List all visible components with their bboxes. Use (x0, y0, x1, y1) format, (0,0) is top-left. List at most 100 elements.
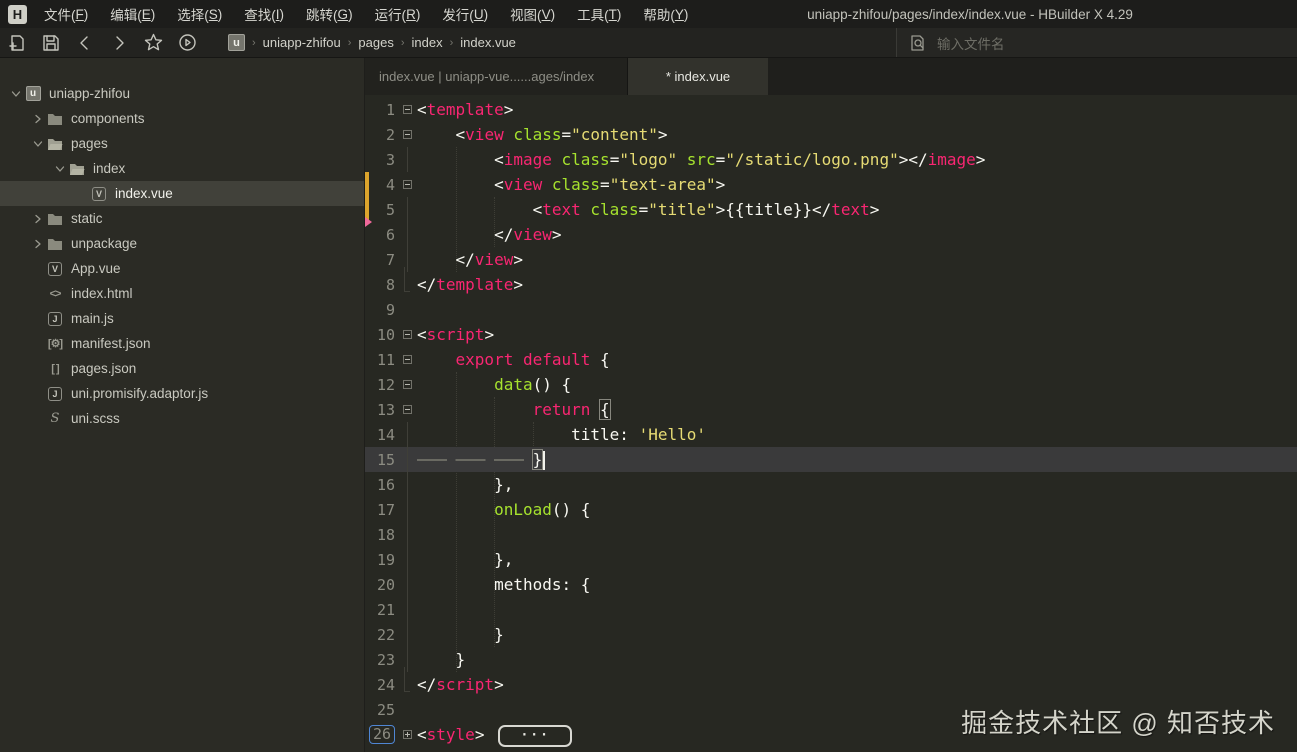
code-line-7[interactable]: 7 </view> (365, 247, 1297, 272)
code-line-4[interactable]: 4 <view class="text-area"> (365, 172, 1297, 197)
tree-item-unpackage[interactable]: unpackage (0, 231, 364, 256)
tree-item-pages[interactable]: pages (0, 131, 364, 156)
tree-item-static[interactable]: static (0, 206, 364, 231)
line-number[interactable]: 25 (365, 701, 399, 719)
line-number[interactable]: 5 (365, 201, 399, 219)
collapsed-fold-pill[interactable]: ··· (498, 724, 572, 747)
run-button[interactable] (170, 28, 204, 58)
code-editor[interactable]: 1 <template> 2 <view class="content"> 3 <im… (365, 95, 1297, 752)
menu-item-r[interactable]: 运行(R) (364, 0, 432, 28)
tree-expander[interactable] (8, 89, 23, 99)
code-line-21[interactable]: 21 (365, 597, 1297, 622)
back-button[interactable] (68, 28, 102, 58)
line-number[interactable]: 21 (365, 601, 399, 619)
code-line-1[interactable]: 1 <template> (365, 97, 1297, 122)
tree-item-index[interactable]: index (0, 156, 364, 181)
code-line-23[interactable]: 23 } (365, 647, 1297, 672)
tree-item-pages-json[interactable]: [ ] pages.json (0, 356, 364, 381)
line-number[interactable]: 15 (365, 451, 399, 469)
tab-index-vue-preview[interactable]: index.vue | uniapp-vue......ages/index (365, 58, 628, 95)
fold-collapse-icon[interactable] (399, 122, 415, 147)
menu-item-f[interactable]: 文件(F) (33, 0, 99, 28)
line-number[interactable]: 2 (365, 126, 399, 144)
menu-item-u[interactable]: 发行(U) (431, 0, 499, 28)
line-number[interactable]: 16 (365, 476, 399, 494)
tree-item-uni-scss[interactable]: Suni.scss (0, 406, 364, 431)
tree-item-manifest-json[interactable]: [⚙] manifest.json (0, 331, 364, 356)
fold-collapse-icon[interactable] (399, 322, 415, 347)
tree-item-index-html[interactable]: <> index.html (0, 281, 364, 306)
new-file-button[interactable] (0, 28, 34, 58)
code-line-24[interactable]: 24 </script> (365, 666, 1297, 697)
breadcrumb-item-index[interactable]: index (412, 35, 443, 50)
line-number[interactable]: 8 (365, 276, 399, 294)
breadcrumb-item-pages[interactable]: pages (358, 35, 393, 50)
tree-expander[interactable] (30, 139, 45, 149)
line-number[interactable]: 17 (365, 501, 399, 519)
tree-item-main-js[interactable]: Jmain.js (0, 306, 364, 331)
menu-item-s[interactable]: 选择(S) (166, 0, 233, 28)
line-number[interactable]: 10 (365, 326, 399, 344)
menu-item-e[interactable]: 编辑(E) (99, 0, 166, 28)
line-number[interactable]: 4 (365, 176, 399, 194)
line-number[interactable]: 20 (365, 576, 399, 594)
code-line-18[interactable]: 18 (365, 522, 1297, 547)
menu-item-g[interactable]: 跳转(G) (295, 0, 364, 28)
menu-item-i[interactable]: 查找(I) (233, 0, 295, 28)
tree-item-uniapp-zhifou[interactable]: u uniapp-zhifou (0, 81, 364, 106)
code-line-14[interactable]: 14 title: 'Hello' (365, 422, 1297, 447)
fold-collapse-icon[interactable] (399, 347, 415, 372)
code-line-22[interactable]: 22 } (365, 622, 1297, 647)
tree-expander[interactable] (52, 164, 67, 174)
tree-item-uni-promisify-adaptor-js[interactable]: Juni.promisify.adaptor.js (0, 381, 364, 406)
breadcrumb-item-project[interactable]: uniapp-zhifou (263, 35, 341, 50)
code-line-5[interactable]: 5 <text class="title">{{title}}</text> (365, 197, 1297, 222)
line-number[interactable]: 9 (365, 301, 399, 319)
code-line-8[interactable]: 8 </template> (365, 266, 1297, 297)
code-line-19[interactable]: 19 }, (365, 547, 1297, 572)
line-number[interactable]: 18 (365, 526, 399, 544)
code-line-2[interactable]: 2 <view class="content"> (365, 122, 1297, 147)
tree-expander[interactable] (30, 114, 45, 124)
breadcrumb-item-file[interactable]: index.vue (460, 35, 516, 50)
line-number[interactable]: 14 (365, 426, 399, 444)
fold-collapse-icon[interactable] (399, 372, 415, 397)
code-line-9[interactable]: 9 (365, 297, 1297, 322)
line-number[interactable]: 7 (365, 251, 399, 269)
code-line-17[interactable]: 17 onLoad() { (365, 497, 1297, 522)
line-number[interactable]: 1 (365, 101, 399, 119)
favorite-button[interactable] (136, 28, 170, 58)
code-line-10[interactable]: 10 <script> (365, 322, 1297, 347)
menu-item-y[interactable]: 帮助(Y) (632, 0, 699, 28)
code-line-11[interactable]: 11 export default { (365, 347, 1297, 372)
save-button[interactable] (34, 28, 68, 58)
code-line-6[interactable]: 6 </view> (365, 222, 1297, 247)
fold-collapse-icon[interactable] (399, 172, 415, 197)
code-line-3[interactable]: 3 <image class="logo" src="/static/logo.… (365, 147, 1297, 172)
line-number[interactable]: 13 (365, 401, 399, 419)
tree-item-components[interactable]: components (0, 106, 364, 131)
line-number[interactable]: 19 (365, 551, 399, 569)
forward-button[interactable] (102, 28, 136, 58)
line-number[interactable]: 12 (365, 376, 399, 394)
line-number[interactable]: 26 (365, 725, 399, 744)
code-line-16[interactable]: 16 }, (365, 472, 1297, 497)
tree-item-index-vue[interactable]: Vindex.vue (0, 181, 364, 206)
tree-item-app-vue[interactable]: V App.vue (0, 256, 364, 281)
menu-item-v[interactable]: 视图(V) (499, 0, 566, 28)
line-number[interactable]: 22 (365, 626, 399, 644)
menu-item-t[interactable]: 工具(T) (566, 0, 632, 28)
code-line-15[interactable]: 15} (365, 447, 1297, 472)
tab-index-vue-active[interactable]: * index.vue (628, 58, 768, 95)
line-number[interactable]: 23 (365, 651, 399, 669)
line-number[interactable]: 6 (365, 226, 399, 244)
tree-expander[interactable] (30, 239, 45, 249)
code-line-13[interactable]: 13 return { (365, 397, 1297, 422)
line-number[interactable]: 11 (365, 351, 399, 369)
fold-expand-icon[interactable] (399, 722, 415, 747)
file-search-input[interactable]: 输入文件名 (896, 28, 1297, 57)
code-line-12[interactable]: 12 data() { (365, 372, 1297, 397)
fold-collapse-icon[interactable] (399, 397, 415, 422)
line-number[interactable]: 24 (365, 676, 399, 694)
fold-collapse-icon[interactable] (399, 97, 415, 122)
